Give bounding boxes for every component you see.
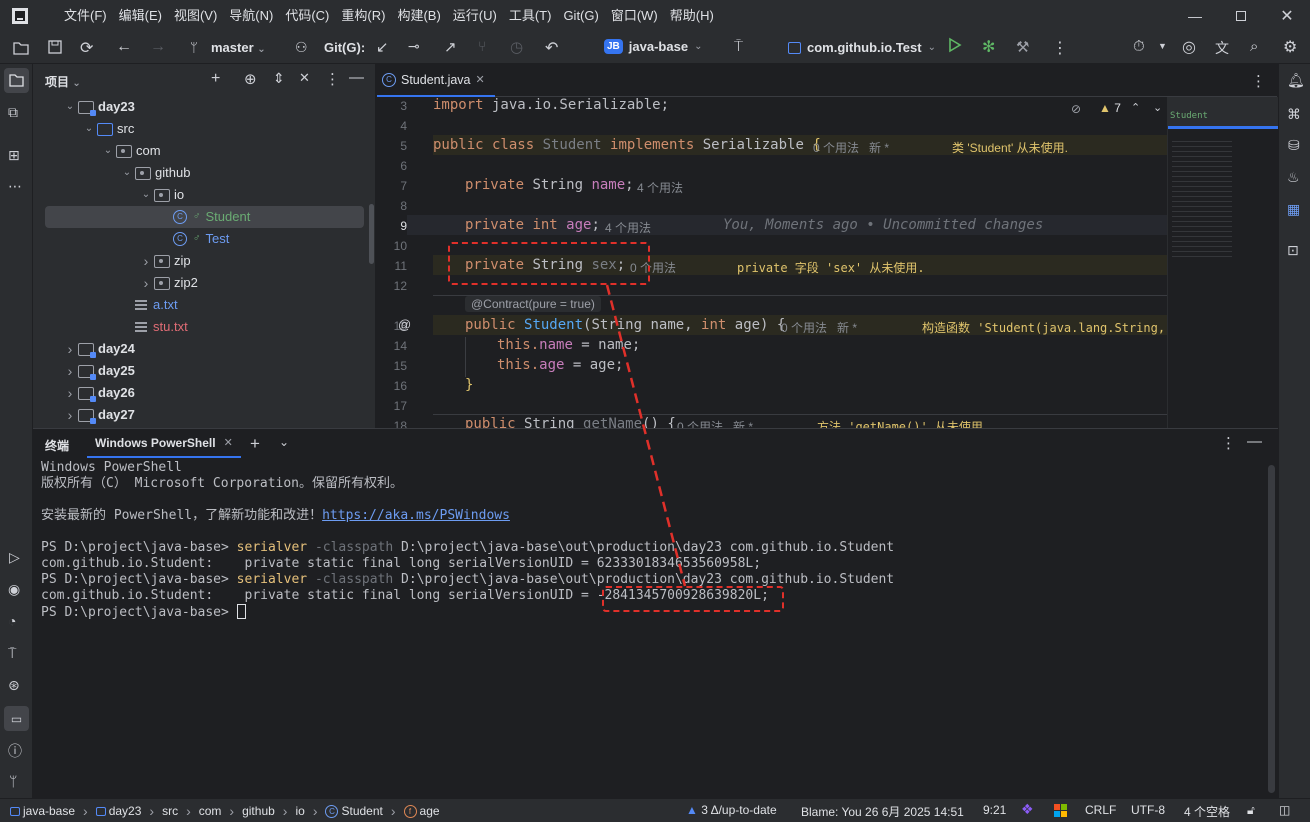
file-encoding[interactable]: UTF-8 <box>1131 803 1165 817</box>
breadcrumb-label: java-base <box>23 804 76 818</box>
breadcrumb-label: io <box>295 804 305 818</box>
breadcrumb-separator: › <box>229 803 235 819</box>
git-status[interactable]: ▲ 3 Δ/up-to-date <box>686 803 777 817</box>
breadcrumb-item[interactable]: java-base <box>10 804 75 818</box>
windows-icon[interactable] <box>1054 804 1067 817</box>
breadcrumb-item[interactable]: github <box>242 804 275 818</box>
line-separator[interactable]: CRLF <box>1085 803 1116 817</box>
java-class-icon: C <box>325 804 339 818</box>
indent-setting[interactable]: 4 个空格 <box>1184 803 1230 820</box>
blame-info[interactable]: Blame: You 26 6月 2025 14:51 <box>801 803 964 820</box>
breadcrumb-separator: › <box>149 803 155 819</box>
breadcrumb-label: Student <box>341 804 383 818</box>
breadcrumb-separator: › <box>282 803 288 819</box>
breadcrumb-separator: › <box>390 803 396 819</box>
memory-icon[interactable]: ◫ <box>1279 803 1290 817</box>
breadcrumb-item[interactable]: C Student <box>325 804 383 818</box>
breadcrumb-item[interactable]: f age <box>403 804 440 818</box>
breadcrumb-item[interactable]: com <box>199 804 222 818</box>
breadcrumb: java-base › day23 › src › com › github › io › C Stude… <box>10 803 440 819</box>
unlock-icon[interactable]: 🔓︎ <box>1247 803 1255 818</box>
annotation-arrow <box>605 284 687 587</box>
breadcrumb-label: com <box>198 804 222 818</box>
ai-status-icon[interactable]: ❖ <box>1021 801 1034 818</box>
breadcrumb-separator: › <box>83 803 88 819</box>
folder-icon <box>10 806 20 816</box>
breadcrumb-label: src <box>162 804 179 818</box>
git-status-icon: ▲ <box>686 803 698 817</box>
folder-icon <box>95 806 106 816</box>
field-icon: f <box>403 804 417 818</box>
cursor-position[interactable]: 9:21 <box>983 803 1006 817</box>
breadcrumb-label: age <box>419 804 440 818</box>
breadcrumb-item[interactable]: day23 <box>95 804 142 818</box>
breadcrumb-separator: › <box>186 803 191 819</box>
breadcrumb-item[interactable]: src <box>162 804 178 818</box>
breadcrumb-item[interactable]: io <box>295 804 304 818</box>
breadcrumb-separator: › <box>312 803 318 819</box>
status-bar: java-base › day23 › src › com › github › io › C Stude… <box>0 798 1310 822</box>
breadcrumb-label: github <box>242 804 275 818</box>
breadcrumb-label: day23 <box>108 804 142 818</box>
git-status-label: 3 Δ/up-to-date <box>701 803 777 817</box>
